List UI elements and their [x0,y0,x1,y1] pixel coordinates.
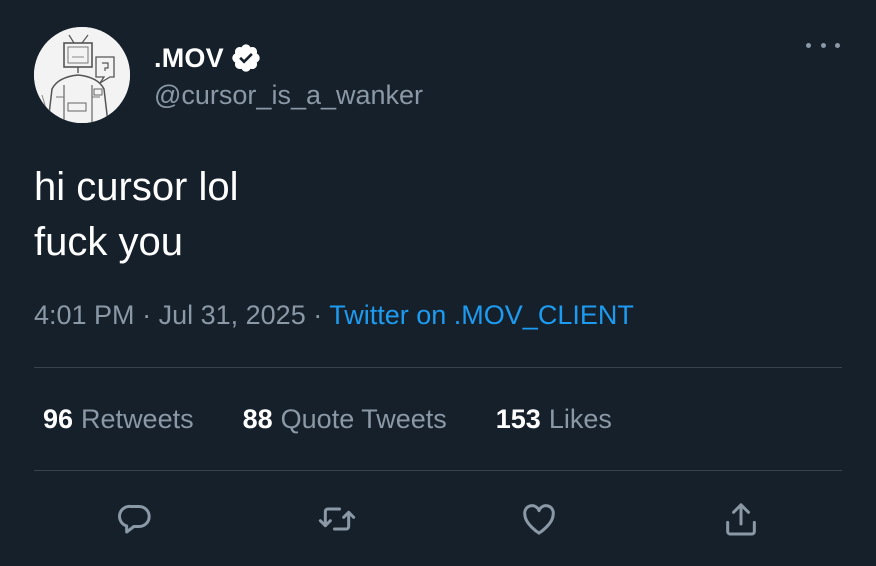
quote-tweets-stat[interactable]: 88 Quote Tweets [243,404,447,435]
verified-badge-icon [232,44,260,72]
tweet-text: hi cursor lol fuck you [34,160,239,270]
tweet-meta: 4:01 PM · Jul 31, 2025 · Twitter on .MOV… [34,300,634,331]
tweet-line: fuck you [34,220,183,264]
meta-separator: · [142,300,152,330]
reply-icon [118,504,151,534]
retweet-icon [318,507,356,531]
like-button[interactable] [519,499,559,539]
meta-separator: · [313,300,323,330]
reply-button[interactable] [115,499,155,539]
tweet-detail: .MOV @cursor_is_a_wanker hi cursor lol f… [0,0,876,566]
avatar[interactable] [34,27,130,123]
user-handle[interactable]: @cursor_is_a_wanker [154,80,423,111]
more-dot [806,42,811,48]
divider [34,367,842,368]
retweets-stat[interactable]: 96 Retweets [43,404,194,435]
display-name[interactable]: .MOV [154,43,224,74]
stat-label: Quote Tweets [280,404,447,434]
divider [34,470,842,471]
stat-label: Likes [548,404,612,434]
more-dot [835,42,840,48]
stat-label: Retweets [81,404,194,434]
share-icon [726,503,756,536]
tweet-stats: 96 Retweets 88 Quote Tweets 153 Likes [43,404,661,435]
stat-count: 88 [242,404,273,434]
tweet-line: hi cursor lol [34,165,239,209]
more-dot [820,42,826,48]
display-name-row[interactable]: .MOV [154,40,262,76]
more-options-icon[interactable] [806,36,840,54]
tweet-source-link[interactable]: Twitter on .MOV_CLIENT [329,300,634,330]
likes-stat[interactable]: 153 Likes [496,404,612,435]
tweet-date[interactable]: Jul 31, 2025 [159,300,306,330]
tweet-time[interactable]: 4:01 PM [34,300,135,330]
heart-icon [523,504,555,535]
stat-count: 153 [495,404,541,434]
stat-count: 96 [43,404,74,434]
sketch-avatar-image [34,27,130,123]
share-button[interactable] [721,499,761,539]
retweet-button[interactable] [317,499,357,539]
